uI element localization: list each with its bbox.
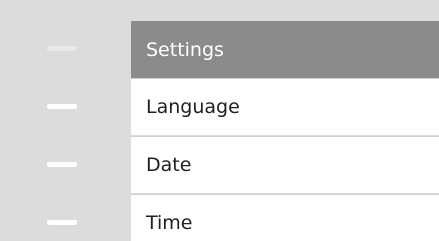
menu-item-label: Time	[146, 212, 193, 234]
language-dash-icon[interactable]	[47, 104, 77, 109]
menu-item-time[interactable]: Time	[131, 194, 439, 241]
time-dash-icon[interactable]	[47, 220, 77, 225]
date-dash-icon[interactable]	[47, 162, 77, 167]
settings-menu: Settings Language Date Time	[131, 21, 439, 241]
menu-item-label: Language	[146, 96, 240, 118]
menu-item-label: Date	[146, 154, 192, 176]
menu-item-date[interactable]: Date	[131, 136, 439, 193]
settings-dash-icon	[47, 46, 77, 51]
screen: { "sidebar": { "dashes": [ {"name": "set…	[0, 0, 439, 241]
menu-title: Settings	[131, 21, 439, 78]
sidebar-indicator-strip	[0, 0, 131, 241]
menu-item-language[interactable]: Language	[131, 78, 439, 135]
